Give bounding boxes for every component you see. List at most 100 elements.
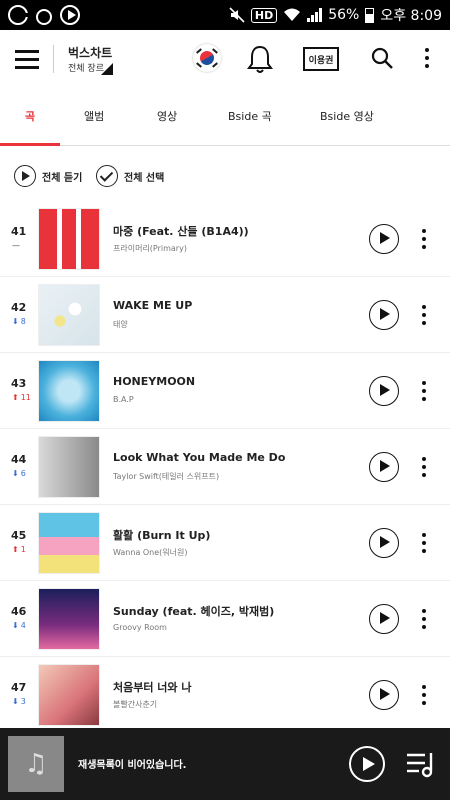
track-title[interactable]: HONEYMOON (113, 375, 195, 388)
track-artist[interactable]: 프라이머리(Primary) (113, 243, 187, 254)
track-row[interactable]: 43 ⬆ 11 HONEYMOON B.A.P (0, 353, 450, 429)
o-icon (36, 9, 52, 25)
track-row[interactable]: 42 ⬇ 8 WAKE ME UP 태양 (0, 277, 450, 353)
track-artist[interactable]: 볼빨간사춘기 (113, 699, 157, 710)
tab-bar: 곡 앨범 영상 Bside 곡 Bside 영상 (0, 96, 450, 146)
track-play-button[interactable] (369, 452, 399, 482)
battery-percent: 56% (328, 7, 360, 23)
track-more-icon[interactable] (422, 609, 428, 633)
track-artist[interactable]: Wanna One(워너원) (113, 547, 188, 558)
track-play-button[interactable] (369, 376, 399, 406)
rank-change: ⬆ 11 (12, 393, 31, 402)
player-play-button[interactable] (349, 746, 385, 782)
track-title[interactable]: 처음부터 너와 나 (113, 679, 192, 695)
rank-change: — (12, 241, 22, 250)
queue-icon[interactable] (405, 750, 437, 778)
korea-flag-icon[interactable] (193, 44, 221, 72)
track-row[interactable]: 45 ⬆ 1 활활 (Burn It Up) Wanna One(워너원) (0, 505, 450, 581)
rank-change-arrow-icon: ⬇ (12, 621, 19, 630)
album-art[interactable] (38, 436, 100, 498)
chart-title[interactable]: 벅스차트 (68, 44, 112, 61)
rank-change: ⬆ 1 (12, 545, 26, 554)
rank-change-arrow-icon: ⬇ (12, 317, 19, 326)
track-artist[interactable]: Groovy Room (113, 623, 167, 632)
track-more-icon[interactable] (422, 457, 428, 481)
g-icon (8, 5, 29, 25)
select-all-button[interactable]: 전체 선택 (96, 165, 164, 187)
app-header: 벅스차트 전체 장르 이용권 (0, 30, 450, 90)
track-more-icon[interactable] (422, 533, 428, 557)
play-all-button[interactable]: 전체 듣기 (14, 165, 82, 187)
album-art[interactable] (38, 512, 100, 574)
rank-change-arrow-icon: ⬆ (12, 393, 19, 402)
rank-change-arrow-icon: ⬇ (12, 697, 19, 706)
rank-number: 44 (11, 453, 27, 466)
album-art[interactable] (38, 360, 100, 422)
track-artist[interactable]: Taylor Swift(테일러 스위프트) (113, 471, 219, 482)
track-title[interactable]: Look What You Made Me Do (113, 451, 285, 464)
more-icon[interactable] (425, 48, 431, 72)
track-more-icon[interactable] (422, 229, 428, 253)
search-icon[interactable] (370, 46, 394, 70)
album-art[interactable] (38, 664, 100, 726)
rank-change-value: 4 (20, 621, 26, 630)
album-art[interactable] (38, 588, 100, 650)
clock: 오후 8:09 (380, 8, 442, 24)
tab-albums[interactable]: 앨범 (84, 108, 104, 124)
track-title[interactable]: 마중 (Feat. 산들 (B1A4)) (113, 223, 249, 239)
header-divider (53, 45, 54, 73)
track-title[interactable]: Sunday (feat. 헤이즈, 박재범) (113, 603, 274, 619)
track-row[interactable]: 41 — 마중 (Feat. 산들 (B1A4)) 프라이머리(Primary) (0, 208, 450, 277)
menu-icon[interactable] (15, 50, 39, 70)
hd-icon: HD (250, 7, 278, 23)
track-play-button[interactable] (369, 604, 399, 634)
tab-bside-videos[interactable]: Bside 영상 (320, 108, 374, 124)
status-bar: HD 56% 오후 8:09 (0, 0, 450, 30)
play-all-label: 전체 듣기 (42, 172, 83, 184)
rank-number: 41 (11, 225, 27, 238)
empty-playlist-text: 재생목록이 비어있습니다. (78, 760, 187, 771)
signal-icon (307, 8, 323, 22)
rank-change-value: 6 (20, 469, 26, 478)
rank-change-arrow-icon: — (12, 241, 20, 250)
ticket-button[interactable]: 이용권 (303, 47, 339, 71)
list-actions: 전체 듣기 전체 선택 (0, 165, 450, 191)
track-more-icon[interactable] (422, 381, 428, 405)
rank-change-value: 11 (20, 393, 31, 402)
active-tab-indicator (0, 143, 60, 146)
dropdown-triangle-icon[interactable] (101, 63, 113, 75)
track-more-icon[interactable] (422, 305, 428, 329)
track-row[interactable]: 47 ⬇ 3 처음부터 너와 나볼빨간사춘기 (0, 657, 450, 728)
tab-bside-songs[interactable]: Bside 곡 (228, 108, 272, 124)
rank-change-value: 3 (20, 697, 26, 706)
tab-videos[interactable]: 영상 (157, 108, 177, 124)
track-row[interactable]: 44 ⬇ 6 Look What You Made Me Do Taylor Swift… (0, 429, 450, 505)
track-row[interactable]: 46 ⬇ 4 Sunday (feat. 헤이즈, 박재범) Groovy Room (0, 581, 450, 657)
bell-icon[interactable] (247, 44, 273, 74)
mute-icon (229, 7, 245, 23)
track-play-button[interactable] (369, 680, 399, 710)
track-title[interactable]: WAKE ME UP (113, 299, 192, 312)
rank-change-arrow-icon: ⬇ (12, 469, 19, 478)
track-list: 41— 마중 (Feat. 산들 (B1A4)) 프라이머리(Primary) 42 ⬇… (0, 208, 450, 728)
album-art[interactable] (38, 284, 100, 346)
track-title[interactable]: 활활 (Burn It Up) (113, 527, 210, 543)
track-play-button[interactable] (369, 528, 399, 558)
rank-number: 47 (11, 681, 27, 694)
track-play-button[interactable] (369, 300, 399, 330)
rank-change-value: 8 (20, 317, 26, 326)
mini-player: ♫ 재생목록이 비어있습니다. (0, 728, 450, 800)
track-more-icon[interactable] (422, 685, 428, 709)
select-all-label: 전체 선택 (124, 172, 165, 184)
album-art[interactable] (38, 208, 100, 270)
tab-songs[interactable]: 곡 (25, 108, 35, 124)
rank-number: 45 (11, 529, 27, 542)
track-artist[interactable]: B.A.P (113, 395, 134, 404)
track-artist[interactable]: 태양 (113, 319, 128, 330)
rank-change-value: 1 (20, 545, 26, 554)
genre-subtitle[interactable]: 전체 장르 (68, 61, 104, 74)
check-circle-icon (96, 165, 118, 187)
track-play-button[interactable] (369, 224, 399, 254)
rank-change: ⬇ 3 (12, 697, 26, 706)
rank-number: 42 (11, 301, 27, 314)
